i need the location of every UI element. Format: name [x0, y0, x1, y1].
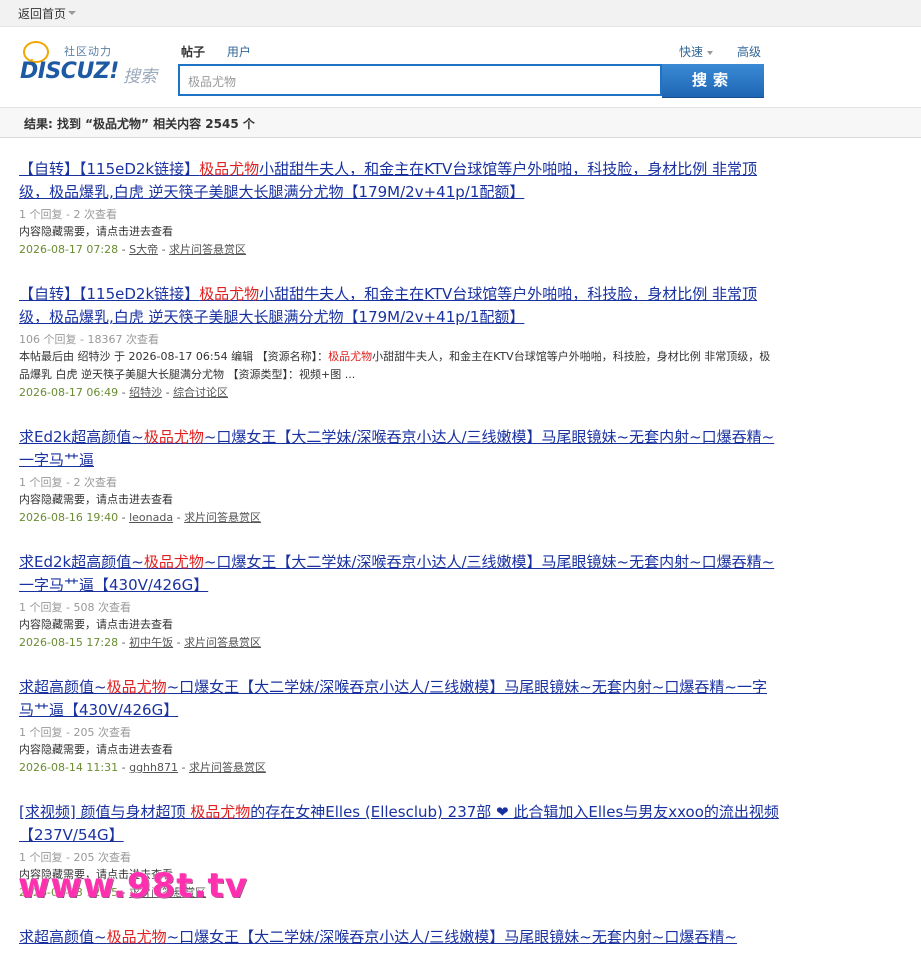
- result-title-link[interactable]: 【自转】【115eD2k链接】极品尤物小甜甜牛夫人，和金主在KTV台球馆等户外啪…: [19, 158, 779, 204]
- result-desc: 内容隐藏需要，请点击进去查看: [19, 225, 173, 238]
- result-desc: 内容隐藏需要，请点击进去查看: [19, 743, 173, 756]
- discuz-logo[interactable]: 社区动力 DISCUZ! 搜索: [20, 41, 160, 97]
- result-date: 2026-08-16 19:40: [19, 511, 119, 524]
- result-meta: 2026-08-15 17:28 - 初中午饭 - 求片问答悬赏区: [19, 636, 262, 649]
- result-list: 【自转】【115eD2k链接】极品尤物小甜甜牛夫人，和金主在KTV台球馆等户外啪…: [19, 158, 779, 973]
- result-author-link[interactable]: 初中午饭: [129, 636, 173, 649]
- result-title-link[interactable]: 求Ed2k超高颜值~极品尤物~口爆女王【大二学妹/深喉吞京小达人/三线嫩模】马尾…: [19, 551, 779, 597]
- result-stats: 1 个回复 - 205 次查看: [19, 851, 131, 864]
- result-stats: 106 个回复 - 18367 次查看: [19, 333, 159, 346]
- result-title-link[interactable]: [求视频] 颜值与身材超顶 极品尤物的存在女神Elles (Ellesclub)…: [19, 801, 779, 847]
- keyword-highlight: 极品尤物: [328, 350, 373, 363]
- result-item: 求超高颜值~极品尤物~口爆女王【大二学妹/深喉吞京小达人/三线嫩模】马尾眼镜妹~…: [19, 676, 779, 777]
- result-item: 【自转】【115eD2k链接】极品尤物小甜甜牛夫人，和金主在KTV台球馆等户外啪…: [19, 283, 779, 402]
- result-stats: 1 个回复 - 205 次查看: [19, 726, 131, 739]
- quick-search-dropdown[interactable]: 快速: [679, 43, 714, 60]
- quick-label: 快速: [679, 45, 704, 59]
- result-summary-text: 结果: 找到 “极品尤物” 相关内容 2545 个: [24, 117, 255, 131]
- result-author-link[interactable]: leonada: [129, 511, 173, 524]
- chevron-down-icon[interactable]: [68, 11, 76, 15]
- search-button[interactable]: 搜索: [662, 64, 764, 98]
- advanced-search-link[interactable]: 高级: [737, 43, 761, 60]
- result-date: 2026-08-17 06:49: [19, 386, 119, 399]
- keyword-highlight: 极品尤物: [143, 428, 204, 446]
- result-meta: 2026-08-16 19:40 - leonada - 求片问答悬赏区: [19, 511, 262, 524]
- search-box: [178, 64, 662, 96]
- result-author-link[interactable]: 绍特沙: [129, 386, 162, 399]
- result-stats: 1 个回复 - 2 次查看: [19, 476, 117, 489]
- top-bar: 返回首页: [0, 0, 921, 27]
- result-desc: 本帖最后由 绍特沙 于 2026-08-17 06:54 编辑 【资源名称】：极…: [19, 350, 771, 381]
- result-forum-link[interactable]: 求片问答悬赏区: [184, 511, 261, 524]
- search-input[interactable]: [186, 70, 650, 92]
- result-stats: 1 个回复 - 2 次查看: [19, 208, 117, 221]
- keyword-highlight: 极品尤物: [199, 160, 260, 178]
- result-forum-link[interactable]: 求片问答悬赏区: [189, 761, 266, 774]
- result-item: 求Ed2k超高颜值~极品尤物~口爆女王【大二学妹/深喉吞京小达人/三线嫩模】马尾…: [19, 426, 779, 527]
- result-meta: 2026-08-17 06:49 - 绍特沙 - 综合讨论区: [19, 386, 229, 399]
- tab-users[interactable]: 用户: [227, 45, 251, 59]
- result-title-link[interactable]: 求Ed2k超高颜值~极品尤物~口爆女王【大二学妹/深喉吞京小达人/三线嫩模】马尾…: [19, 426, 779, 472]
- keyword-highlight: 极品尤物: [190, 803, 251, 821]
- result-date: 2026-08-15 17:28: [19, 636, 119, 649]
- keyword-highlight: 极品尤物: [106, 678, 167, 696]
- logo-slogan: 社区动力: [64, 45, 112, 58]
- result-title-link[interactable]: 求超高颜值~极品尤物~口爆女王【大二学妹/深喉吞京小达人/三线嫩模】马尾眼镜妹~…: [19, 676, 779, 722]
- result-forum-link[interactable]: 求片问答悬赏区: [184, 636, 261, 649]
- result-desc: 内容隐藏需要，请点击进去查看: [19, 493, 173, 506]
- result-forum-link[interactable]: 综合讨论区: [173, 386, 228, 399]
- result-meta: 2026-08-17 07:28 - S大帝 - 求片问答悬赏区: [19, 243, 247, 256]
- result-item: 求超高颜值~极品尤物~口爆女王【大二学妹/深喉吞京小达人/三线嫩模】马尾眼镜妹~…: [19, 926, 779, 949]
- search-type-tabs: 帖子 用户: [181, 43, 269, 60]
- keyword-highlight: 极品尤物: [106, 928, 167, 946]
- logo-search-word: 搜索: [123, 67, 157, 87]
- result-item: 求Ed2k超高颜值~极品尤物~口爆女王【大二学妹/深喉吞京小达人/三线嫩模】马尾…: [19, 551, 779, 652]
- result-title-link[interactable]: 求超高颜值~极品尤物~口爆女王【大二学妹/深喉吞京小达人/三线嫩模】马尾眼镜妹~…: [19, 926, 779, 949]
- result-date: 2026-08-17 07:28: [19, 243, 119, 256]
- keyword-highlight: 极品尤物: [199, 285, 260, 303]
- result-title-link[interactable]: 【自转】【115eD2k链接】极品尤物小甜甜牛夫人，和金主在KTV台球馆等户外啪…: [19, 283, 779, 329]
- result-forum-link[interactable]: 求片问答悬赏区: [169, 243, 246, 256]
- result-date: 2026-08-14 11:31: [19, 761, 119, 774]
- result-stats: 1 个回复 - 508 次查看: [19, 601, 131, 614]
- result-desc: 内容隐藏需要，请点击进去查看: [19, 618, 173, 631]
- result-author-link[interactable]: S大帝: [129, 243, 158, 256]
- result-author-link[interactable]: gghh871: [129, 761, 178, 774]
- logo-word: DISCUZ!: [20, 59, 119, 84]
- result-item: 【自转】【115eD2k链接】极品尤物小甜甜牛夫人，和金主在KTV台球馆等户外啪…: [19, 158, 779, 259]
- tab-posts[interactable]: 帖子: [181, 45, 205, 59]
- result-summary: 结果: 找到 “极品尤物” 相关内容 2545 个: [0, 107, 921, 138]
- back-home-link[interactable]: 返回首页: [18, 5, 66, 22]
- site-watermark: www.98t.tv: [18, 866, 248, 906]
- chevron-down-icon: [707, 50, 714, 55]
- result-meta: 2026-08-14 11:31 - gghh871 - 求片问答悬赏区: [19, 761, 266, 774]
- keyword-highlight: 极品尤物: [143, 553, 204, 571]
- search-header: 社区动力 DISCUZ! 搜索 帖子 用户 快速 高级 搜索: [0, 27, 921, 115]
